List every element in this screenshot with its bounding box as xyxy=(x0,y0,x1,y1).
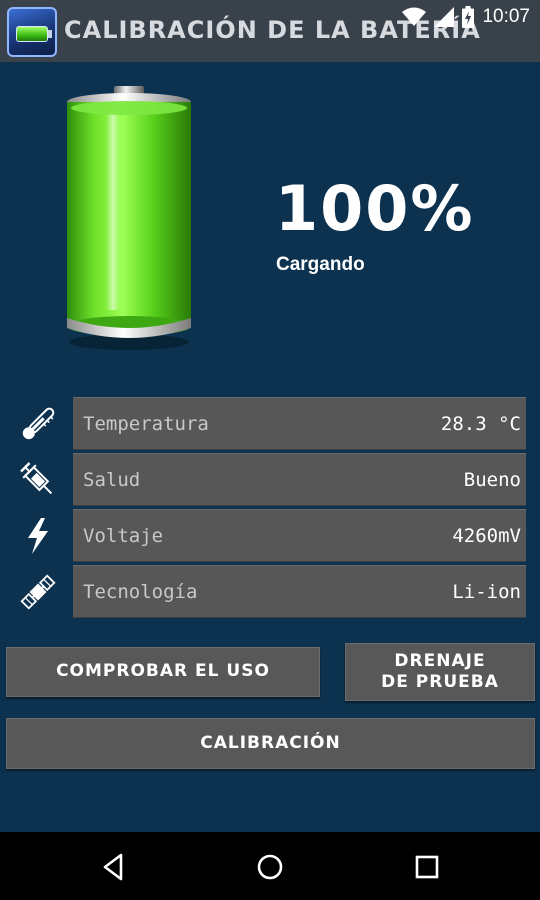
info-panel: Salud Bueno xyxy=(73,453,526,506)
info-label: Salud xyxy=(83,469,141,491)
info-label: Voltaje xyxy=(83,525,164,547)
info-value: Li-ion xyxy=(452,581,521,603)
app-bar: CALIBRACIÓN DE LA BATERÍA 10:07 xyxy=(0,0,540,62)
info-value: Bueno xyxy=(463,469,521,491)
mini-battery-cap xyxy=(48,30,52,38)
info-label: Temperatura xyxy=(83,413,209,435)
battery-charging-icon xyxy=(462,6,475,28)
wifi-icon xyxy=(402,7,427,26)
info-row-voltage: Voltaje 4260mV xyxy=(0,509,540,563)
recents-icon[interactable] xyxy=(410,850,444,884)
back-icon[interactable] xyxy=(96,850,130,884)
battery-graphic xyxy=(62,84,196,354)
drain-test-button-label-line1: DRENAJE xyxy=(394,650,486,671)
calibration-button-label: CALIBRACIÓN xyxy=(200,732,341,753)
info-row-temperature: Temperatura 28.3 °C xyxy=(0,397,540,451)
info-value: 28.3 °C xyxy=(440,413,521,435)
status-bar: 10:07 xyxy=(402,6,530,28)
mini-battery-graphic xyxy=(16,26,48,42)
charge-status: Cargando xyxy=(276,254,365,275)
info-label: Tecnología xyxy=(83,581,198,603)
cellular-signal-icon xyxy=(434,7,455,27)
drain-test-button-label-line2: DE PRUEBA xyxy=(381,672,499,692)
info-row-technology: Tecnología Li-ion xyxy=(0,565,540,619)
thermometer-icon xyxy=(22,407,55,440)
info-panel: Voltaje 4260mV xyxy=(73,509,526,562)
info-panel: Tecnología Li-ion xyxy=(73,565,526,618)
satellite-icon xyxy=(20,574,56,610)
navigation-bar xyxy=(0,832,540,900)
check-usage-button[interactable]: COMPROBAR EL USO xyxy=(6,647,320,697)
home-icon[interactable] xyxy=(253,850,287,884)
syringe-icon xyxy=(20,462,53,495)
status-time: 10:07 xyxy=(482,6,530,27)
battery-illustration xyxy=(67,86,191,350)
check-usage-button-label: COMPROBAR EL USO xyxy=(56,661,270,682)
info-value: 4260mV xyxy=(452,525,521,547)
info-panel: Temperatura 28.3 °C xyxy=(73,397,526,450)
battery-percent: 100% xyxy=(275,172,475,245)
drain-test-button[interactable]: DRENAJE DE PRUEBA xyxy=(345,643,535,701)
info-row-health: Salud Bueno xyxy=(0,453,540,507)
battery-app-icon[interactable] xyxy=(7,7,57,57)
lightning-bolt-icon xyxy=(28,518,48,554)
calibration-button[interactable]: CALIBRACIÓN xyxy=(6,718,535,769)
